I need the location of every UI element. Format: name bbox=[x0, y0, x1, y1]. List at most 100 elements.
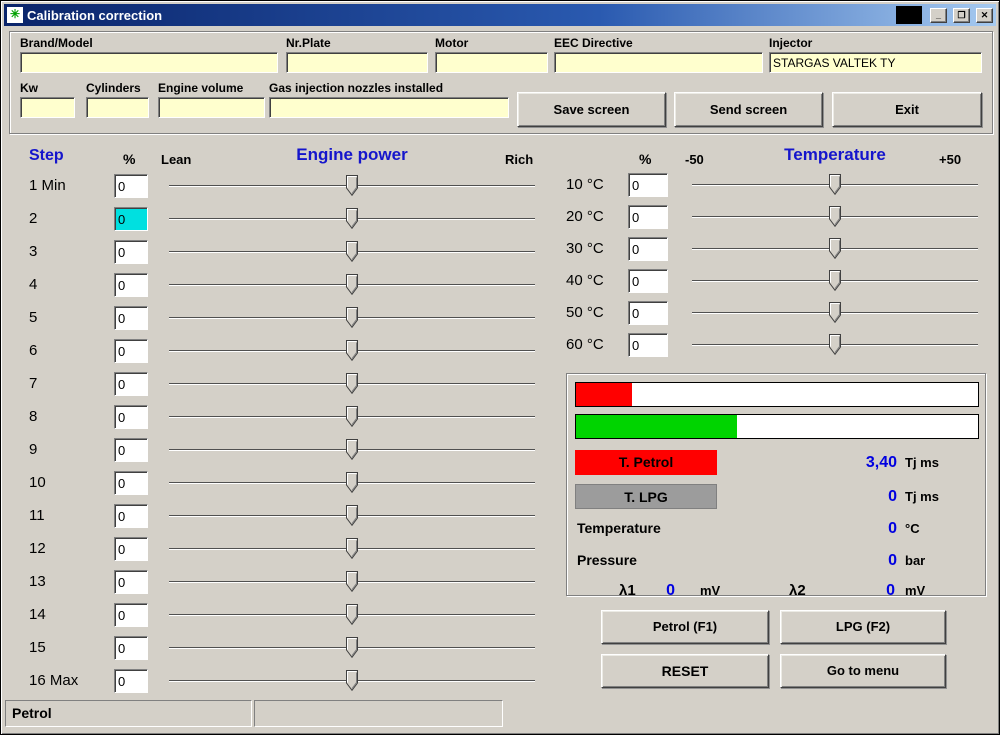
motor-label: Motor bbox=[435, 36, 548, 52]
step-label: 15 bbox=[29, 639, 46, 656]
field-gas-nozzles: Gas injection nozzles installed bbox=[269, 81, 509, 118]
brand-model-label: Brand/Model bbox=[20, 36, 278, 52]
engine-percent-input[interactable] bbox=[114, 636, 148, 660]
engine-percent-input[interactable] bbox=[114, 570, 148, 594]
step-column-header: Step bbox=[29, 147, 64, 165]
temperature-slider[interactable] bbox=[689, 333, 981, 357]
engine-power-slider[interactable] bbox=[166, 438, 538, 462]
status-mode-panel: Petrol bbox=[5, 700, 252, 727]
injector-label: Injector bbox=[769, 36, 982, 52]
app-icon: ✳ bbox=[7, 7, 23, 23]
temperature-percent-input[interactable] bbox=[628, 173, 668, 197]
step-label: 10 bbox=[29, 474, 46, 491]
temperature-row: 60 °C bbox=[1, 333, 1000, 359]
slider-thumb-icon bbox=[829, 206, 841, 227]
eec-directive-input[interactable] bbox=[554, 52, 763, 73]
engine-percent-input[interactable] bbox=[114, 405, 148, 429]
slider-thumb-icon bbox=[346, 373, 358, 394]
lpg-bar-fill bbox=[576, 415, 737, 438]
lpg-f2-button[interactable]: LPG (F2) bbox=[780, 610, 946, 644]
send-screen-button[interactable]: Send screen bbox=[674, 92, 823, 127]
slider-thumb-icon bbox=[346, 637, 358, 658]
engine-percent-input[interactable] bbox=[114, 438, 148, 462]
temperature-row: 10 °C bbox=[1, 173, 1000, 199]
gas-nozzles-label: Gas injection nozzles installed bbox=[269, 81, 509, 97]
engine-volume-input[interactable] bbox=[158, 97, 265, 118]
field-eec-directive: EEC Directive bbox=[554, 36, 763, 73]
temperature-slider[interactable] bbox=[689, 173, 981, 197]
engine-power-slider[interactable] bbox=[166, 504, 538, 528]
field-cylinders: Cylinders bbox=[86, 81, 149, 118]
step-label: 11 bbox=[29, 507, 45, 524]
engine-power-slider[interactable] bbox=[166, 537, 538, 561]
field-engine-volume: Engine volume bbox=[158, 81, 265, 118]
slider-thumb-icon bbox=[829, 238, 841, 259]
temp-percent-header: % bbox=[639, 151, 651, 167]
engine-power-slider[interactable] bbox=[166, 570, 538, 594]
temperature-slider[interactable] bbox=[689, 301, 981, 325]
temperature-percent-input[interactable] bbox=[628, 237, 668, 261]
engine-power-slider[interactable] bbox=[166, 471, 538, 495]
t-petrol-badge: T. Petrol bbox=[575, 450, 717, 475]
engine-percent-input[interactable] bbox=[114, 372, 148, 396]
engine-percent-input[interactable] bbox=[114, 504, 148, 528]
engine-power-slider[interactable] bbox=[166, 636, 538, 660]
slider-thumb-icon bbox=[829, 334, 841, 355]
temperature-slider[interactable] bbox=[689, 269, 981, 293]
cylinders-label: Cylinders bbox=[86, 81, 149, 97]
titlebar-black-strip bbox=[896, 6, 922, 24]
cylinders-input[interactable] bbox=[86, 97, 149, 118]
rich-label: Rich bbox=[505, 152, 533, 167]
maximize-button[interactable]: ❐ bbox=[953, 8, 970, 23]
engine-percent-input[interactable] bbox=[114, 537, 148, 561]
temperature-percent-input[interactable] bbox=[628, 333, 668, 357]
status-extra-panel bbox=[254, 700, 503, 727]
slider-thumb-icon bbox=[346, 406, 358, 427]
temperature-title: Temperature bbox=[689, 145, 981, 165]
nr-plate-label: Nr.Plate bbox=[286, 36, 428, 52]
go-to-menu-button[interactable]: Go to menu bbox=[780, 654, 946, 688]
engine-percent-input[interactable] bbox=[114, 603, 148, 627]
engine-power-slider[interactable] bbox=[166, 603, 538, 627]
temperature-percent-input[interactable] bbox=[628, 301, 668, 325]
gas-nozzles-input[interactable] bbox=[269, 97, 509, 118]
engine-power-slider[interactable] bbox=[166, 669, 538, 693]
temperature-row: 50 °C bbox=[1, 301, 1000, 327]
engine-power-slider[interactable] bbox=[166, 405, 538, 429]
t-lpg-unit: Tj ms bbox=[905, 484, 939, 509]
step-label: 13 bbox=[29, 573, 46, 590]
step-label: 12 bbox=[29, 540, 46, 557]
petrol-f1-button[interactable]: Petrol (F1) bbox=[601, 610, 769, 644]
minimize-button[interactable]: _ bbox=[930, 8, 947, 23]
temperature-slider[interactable] bbox=[689, 237, 981, 261]
lambda2-unit: mV bbox=[905, 578, 925, 603]
lambda2-label: λ2 bbox=[789, 578, 806, 603]
temperature-slider[interactable] bbox=[689, 205, 981, 229]
temperature-percent-input[interactable] bbox=[628, 205, 668, 229]
temperature-percent-input[interactable] bbox=[628, 269, 668, 293]
step-label: 14 bbox=[29, 606, 46, 623]
reset-button[interactable]: RESET bbox=[601, 654, 769, 688]
t-petrol-unit: Tj ms bbox=[905, 450, 939, 475]
kw-input[interactable] bbox=[20, 97, 75, 118]
close-button[interactable]: ✕ bbox=[976, 8, 993, 23]
save-screen-button[interactable]: Save screen bbox=[517, 92, 666, 127]
field-motor: Motor bbox=[435, 36, 548, 73]
temperature-step-label: 50 °C bbox=[566, 304, 604, 321]
app-window: ✳ Calibration correction _ ❐ ✕ Brand/Mod… bbox=[0, 0, 1000, 735]
temperature-row: 20 °C bbox=[1, 205, 1000, 231]
lpg-injection-bar bbox=[575, 414, 979, 439]
temperature-step-label: 40 °C bbox=[566, 272, 604, 289]
monitor-temperature-value: 0 bbox=[797, 516, 897, 541]
motor-input[interactable] bbox=[435, 52, 548, 73]
injector-input[interactable] bbox=[769, 52, 982, 73]
exit-button[interactable]: Exit bbox=[832, 92, 982, 127]
engine-percent-input[interactable] bbox=[114, 471, 148, 495]
engine-power-title: Engine power bbox=[166, 145, 538, 165]
brand-model-input[interactable] bbox=[20, 52, 278, 73]
engine-percent-header: % bbox=[123, 151, 135, 167]
engine-percent-input[interactable] bbox=[114, 669, 148, 693]
monitor-pressure-unit: bar bbox=[905, 548, 925, 573]
engine-power-slider[interactable] bbox=[166, 372, 538, 396]
nr-plate-input[interactable] bbox=[286, 52, 428, 73]
